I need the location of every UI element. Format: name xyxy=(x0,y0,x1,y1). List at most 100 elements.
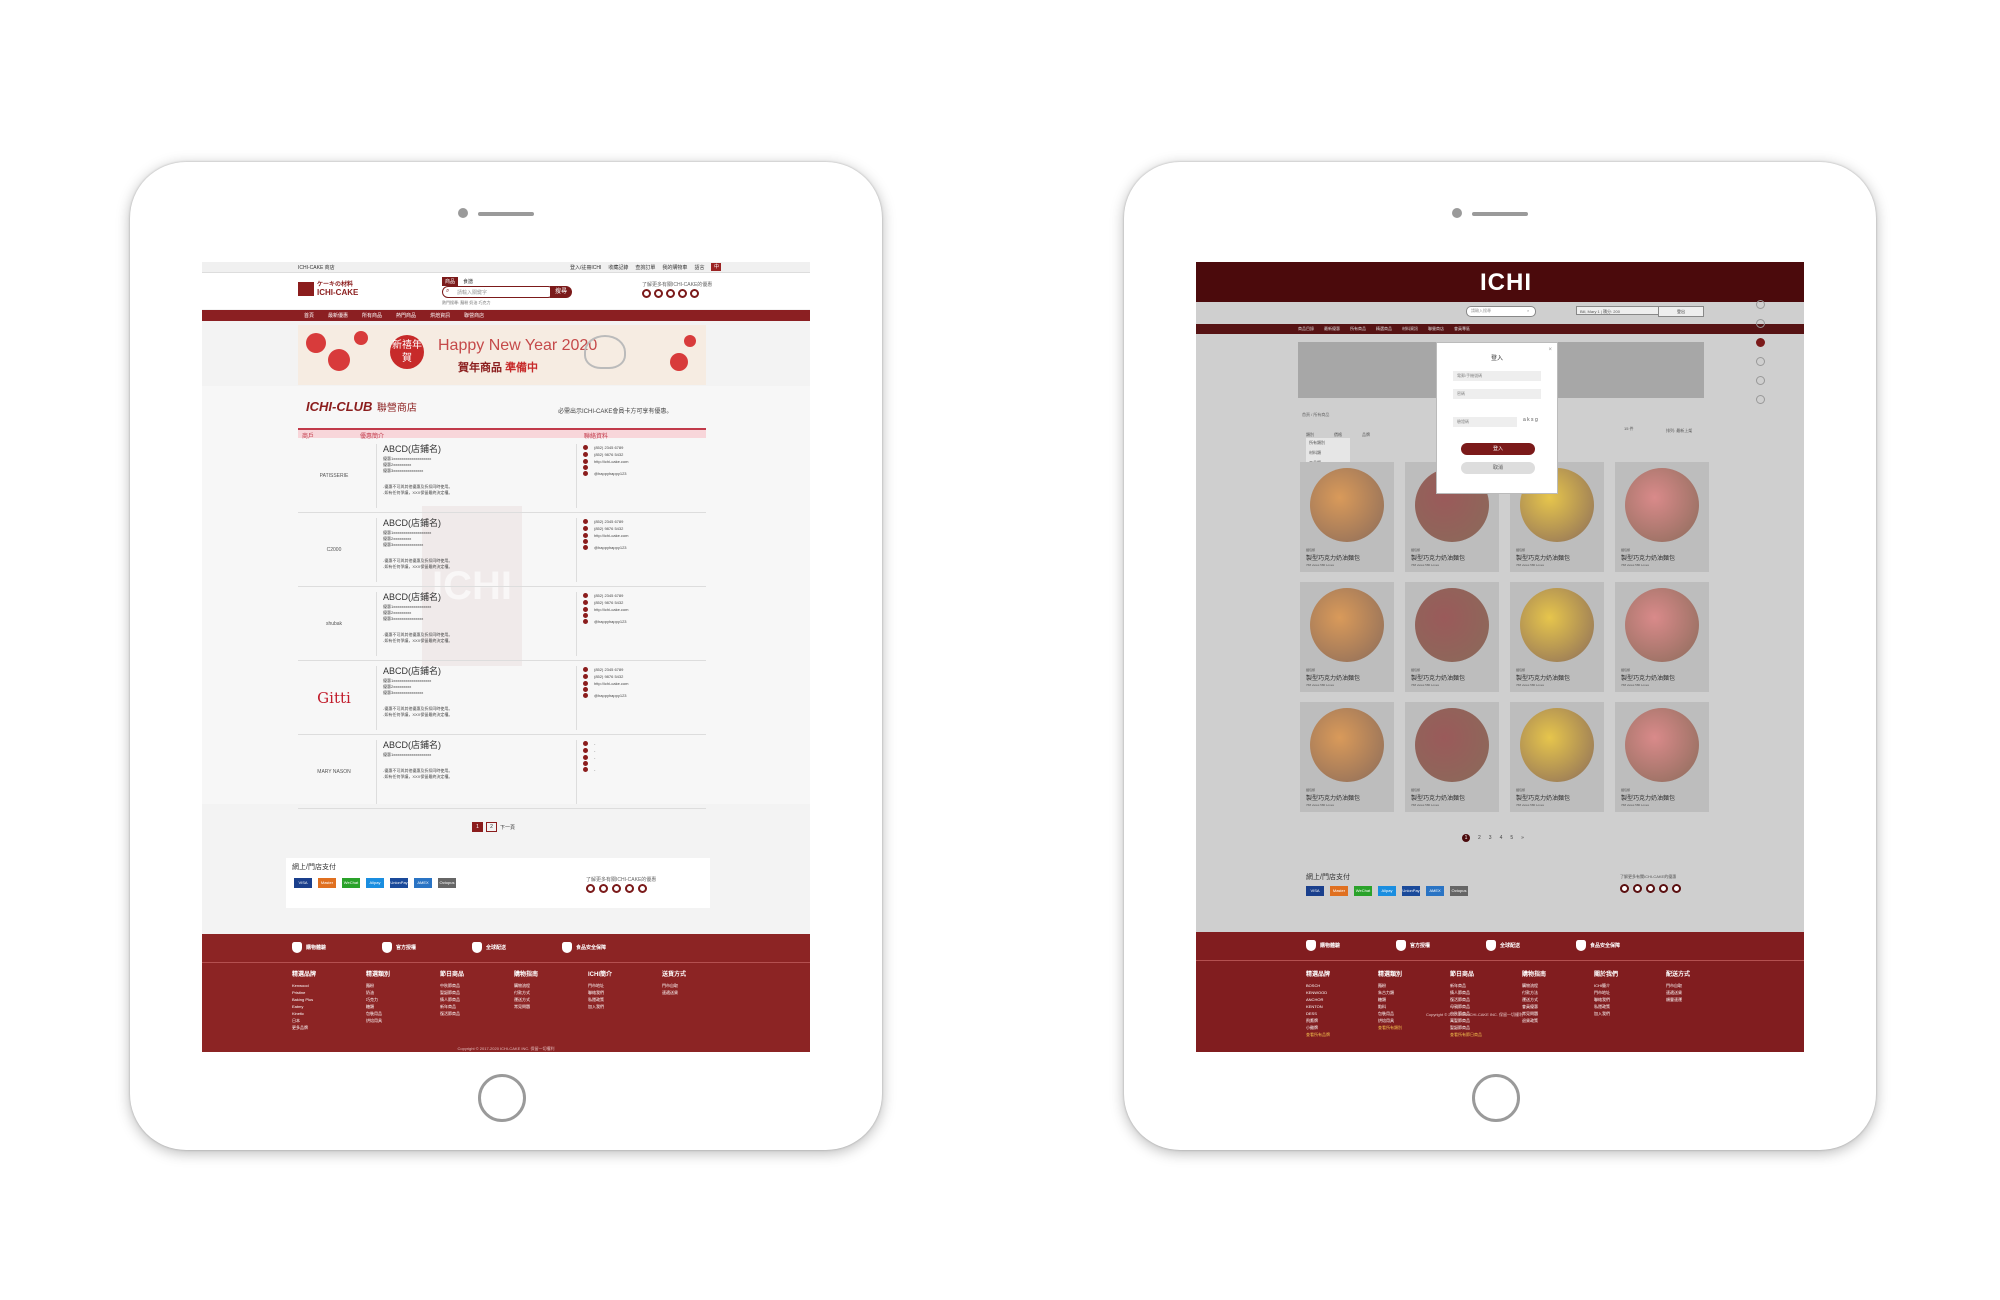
footer-link[interactable]: 查看所有節日商品 xyxy=(1450,1031,1502,1038)
footer-link[interactable]: 私隱政策 xyxy=(588,996,640,1003)
footer-link[interactable]: 運送方式 xyxy=(1522,996,1574,1003)
shop-logo[interactable]: PATISSERIE xyxy=(298,440,370,512)
nav-partner-shops[interactable]: 聯營商店 xyxy=(464,312,484,319)
product-card[interactable]: 麵包類 製型巧克力奶油麵包 768 views 580 Loves xyxy=(1615,462,1709,572)
product-card[interactable]: 麵包類 製型巧克力奶油麵包 768 views 580 Loves xyxy=(1405,582,1499,692)
footer-link[interactable]: 小雞牌 xyxy=(1306,1024,1358,1031)
sort-select[interactable]: 排列: 最新上架 xyxy=(1666,428,1692,434)
shop-logo[interactable]: shubak xyxy=(298,588,370,660)
product-card[interactable]: 麵包類 製型巧克力奶油麵包 768 views 580 Loves xyxy=(1405,702,1499,812)
product-card[interactable]: 麵包類 製型巧克力奶油麵包 768 views 580 Loves xyxy=(1615,582,1709,692)
footer-link[interactable]: 付款方法 xyxy=(1522,989,1574,996)
product-card[interactable]: 麵包類 製型巧克力奶油麵包 768 views 580 Loves xyxy=(1615,702,1709,812)
footer-link[interactable]: Pristine xyxy=(292,989,344,996)
search-button[interactable]: 搜尋 xyxy=(550,286,572,298)
footer-link[interactable]: 查看所有類別 xyxy=(1378,1024,1430,1031)
contact-value[interactable]: @happyhappy123 xyxy=(594,692,627,699)
filter-option[interactable]: 材料類 xyxy=(1309,448,1350,458)
footer-link[interactable]: 萬聖節商品 xyxy=(1450,1017,1502,1024)
nav-item[interactable]: 聯營商店 xyxy=(1428,326,1444,332)
shop-logo[interactable]: C2000 xyxy=(298,514,370,586)
footer-link[interactable]: 復活節商品 xyxy=(440,1010,492,1017)
footer-link[interactable]: 私隱政策 xyxy=(1594,1003,1646,1010)
cancel-button[interactable]: 取消 xyxy=(1461,462,1535,474)
product-name[interactable]: 製型巧克力奶油麵包 xyxy=(1306,553,1360,562)
product-name[interactable]: 製型巧克力奶油麵包 xyxy=(1411,793,1465,802)
nav-item[interactable]: 會員專區 xyxy=(1454,326,1470,332)
page-next[interactable]: » xyxy=(1521,835,1524,841)
orders-link[interactable]: 查詢訂單 xyxy=(635,264,655,271)
product-image[interactable] xyxy=(1625,708,1699,782)
footer-link[interactable]: 門市自取 xyxy=(1666,982,1718,989)
footer-link[interactable]: Kenwood xyxy=(292,982,344,989)
product-image[interactable] xyxy=(1310,468,1384,542)
search-icon[interactable]: ⌕ xyxy=(1527,308,1529,313)
product-image[interactable] xyxy=(1520,708,1594,782)
product-name[interactable]: 製型巧克力奶油麵包 xyxy=(1621,673,1675,682)
password-field[interactable]: 密碼 xyxy=(1453,389,1541,399)
close-icon[interactable] xyxy=(1756,300,1765,309)
facebook-icon[interactable] xyxy=(690,289,699,298)
search-input[interactable]: 請輸入搜尋 ⌕ xyxy=(1466,306,1536,317)
footer-link[interactable]: 烘焙用具 xyxy=(366,1017,418,1024)
youtube-icon[interactable] xyxy=(654,289,663,298)
footer-link[interactable]: 麵粉 xyxy=(366,982,418,989)
product-image[interactable] xyxy=(1415,708,1489,782)
footer-link[interactable]: 順豐速運 xyxy=(1666,996,1718,1003)
footer-link[interactable]: 母親節商品 xyxy=(1450,1003,1502,1010)
search-tab-recipes[interactable]: 食譜 xyxy=(460,277,476,286)
weibo-icon[interactable] xyxy=(678,289,687,298)
product-name[interactable]: 製型巧克力奶油麵包 xyxy=(1516,553,1570,562)
page-3[interactable]: 3 xyxy=(1489,835,1492,841)
product-card[interactable]: 麵包類 製型巧克力奶油麵包 768 views 580 Loves xyxy=(1510,702,1604,812)
nav-item[interactable]: 材料資訊 xyxy=(1402,326,1418,332)
footer-link[interactable]: 情人節商品 xyxy=(440,996,492,1003)
nav-offers[interactable]: 最新優惠 xyxy=(328,312,348,319)
footer-link[interactable]: 門市地址 xyxy=(588,982,640,989)
site-logo[interactable]: ICHI xyxy=(1480,269,1532,297)
product-image[interactable] xyxy=(1310,588,1384,662)
footer-link[interactable]: KENWOOD xyxy=(1306,989,1358,996)
product-image[interactable] xyxy=(1310,708,1384,782)
footer-link[interactable]: 常見問題 xyxy=(514,1003,566,1010)
nav-item[interactable]: 精選商品 xyxy=(1376,326,1392,332)
footer-link[interactable]: 更多品牌 xyxy=(292,1024,344,1031)
footer-link[interactable]: KENTON xyxy=(1306,1003,1358,1010)
filter-option[interactable]: 所有類別 xyxy=(1309,438,1350,448)
captcha-image[interactable]: a k s g xyxy=(1523,417,1538,423)
footer-link[interactable]: 聖誕節商品 xyxy=(1450,1024,1502,1031)
product-image[interactable] xyxy=(1415,588,1489,662)
contact-value[interactable]: http://ichi-cake.com xyxy=(594,458,628,465)
footer-link[interactable]: 飛鷹牌 xyxy=(1306,1017,1358,1024)
contact-value[interactable]: - xyxy=(594,754,595,761)
wechat-icon[interactable] xyxy=(1646,884,1655,893)
product-card[interactable]: 麵包類 製型巧克力奶油麵包 768 views 580 Loves xyxy=(1300,462,1394,572)
youtube-icon[interactable] xyxy=(599,884,608,893)
page-1[interactable]: 1 xyxy=(472,822,483,832)
footer-link[interactable]: 巧克力 xyxy=(366,996,418,1003)
contact-value[interactable]: @happyhappy123 xyxy=(594,618,627,625)
nav-all-products[interactable]: 所有商品 xyxy=(362,312,382,319)
weibo-icon[interactable] xyxy=(625,884,634,893)
cart-icon[interactable] xyxy=(1756,357,1765,366)
star-icon[interactable] xyxy=(1756,395,1765,404)
footer-link[interactable]: 中秋節商品 xyxy=(440,982,492,989)
product-image[interactable] xyxy=(1625,468,1699,542)
footer-link[interactable]: 情人節商品 xyxy=(1450,989,1502,996)
nav-hot-products[interactable]: 熱門商品 xyxy=(396,312,416,319)
favorites-link[interactable]: 收藏記錄 xyxy=(608,264,628,271)
nav-item[interactable]: 所有商品 xyxy=(1350,326,1366,332)
site-logo[interactable]: ケーキの材料 ICHI-CAKE xyxy=(298,281,358,297)
page-2[interactable]: 2 xyxy=(486,822,497,832)
footer-link[interactable]: 付款方式 xyxy=(514,989,566,996)
email-field[interactable]: 電郵/手機號碼 xyxy=(1453,371,1541,381)
contact-value[interactable]: - xyxy=(594,766,595,773)
close-icon[interactable]: × xyxy=(1548,347,1552,353)
home-button[interactable] xyxy=(478,1074,526,1122)
contact-value[interactable]: http://ichi-cake.com xyxy=(594,532,628,539)
contact-value[interactable]: http://ichi-cake.com xyxy=(594,680,628,687)
product-name[interactable]: 製型巧克力奶油麵包 xyxy=(1621,553,1675,562)
instagram-icon[interactable] xyxy=(642,289,651,298)
filter-tab[interactable]: 品牌 xyxy=(1362,432,1370,438)
product-card[interactable]: 麵包類 製型巧克力奶油麵包 768 views 580 Loves xyxy=(1300,702,1394,812)
